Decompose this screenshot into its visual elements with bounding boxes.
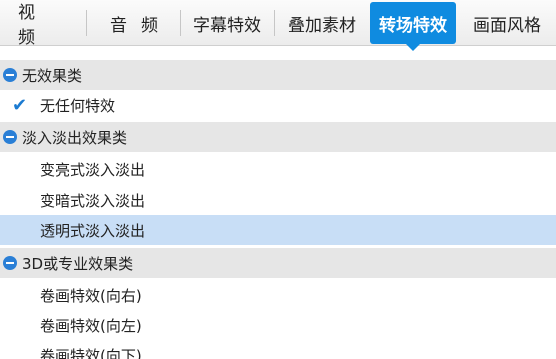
effect-label: 卷画特效(向右) [40,286,142,305]
effect-item-transparent-fade[interactable]: 透明式淡入淡出 [0,215,556,245]
effect-label: 变暗式淡入淡出 [40,191,146,210]
effect-label: 卷画特效(向左) [40,316,142,335]
effect-label: 卷画特效(向下) [40,346,142,359]
tab-divider [274,10,275,36]
tab-transition-effects[interactable]: 转场特效 [370,2,456,51]
category-fade[interactable]: 淡入淡出效果类 [0,122,556,152]
effect-label: 透明式淡入淡出 [40,221,146,240]
collapse-icon[interactable] [3,130,17,144]
category-3d-professional[interactable]: 3D或专业效果类 [0,248,556,278]
effect-item-scroll-left[interactable]: 卷画特效(向左) [0,310,556,340]
tab-audio[interactable]: 音频 [94,0,174,46]
effect-label: 无任何特效 [40,96,116,115]
collapse-icon[interactable] [3,256,17,270]
effect-item-scroll-down[interactable]: 卷画特效(向下) [0,340,556,359]
tab-overlay-material[interactable]: 叠加素材 [278,0,366,46]
effect-item-darken-fade[interactable]: 变暗式淡入淡出 [0,185,556,215]
effect-label: 变亮式淡入淡出 [40,160,146,179]
category-label: 淡入淡出效果类 [22,128,128,147]
tab-video[interactable]: 视频 [4,0,78,48]
checkmark-icon: ✔ [12,95,28,116]
category-label: 无效果类 [22,66,83,85]
category-no-effect[interactable]: 无效果类 [0,60,556,90]
tab-divider [180,10,181,36]
tab-divider [86,10,87,36]
effect-item-scroll-right[interactable]: 卷画特效(向右) [0,280,556,310]
effect-item-brighten-fade[interactable]: 变亮式淡入淡出 [0,154,556,184]
effect-tab-bar: 视频 音频 字幕特效 叠加素材 转场特效 画面风格 [0,0,556,51]
tab-subtitle-effects[interactable]: 字幕特效 [184,0,270,46]
tab-picture-style[interactable]: 画面风格 [462,0,552,46]
effect-item-no-effect[interactable]: ✔ 无任何特效 [0,90,556,120]
category-label: 3D或专业效果类 [22,254,134,273]
collapse-icon[interactable] [3,68,17,82]
